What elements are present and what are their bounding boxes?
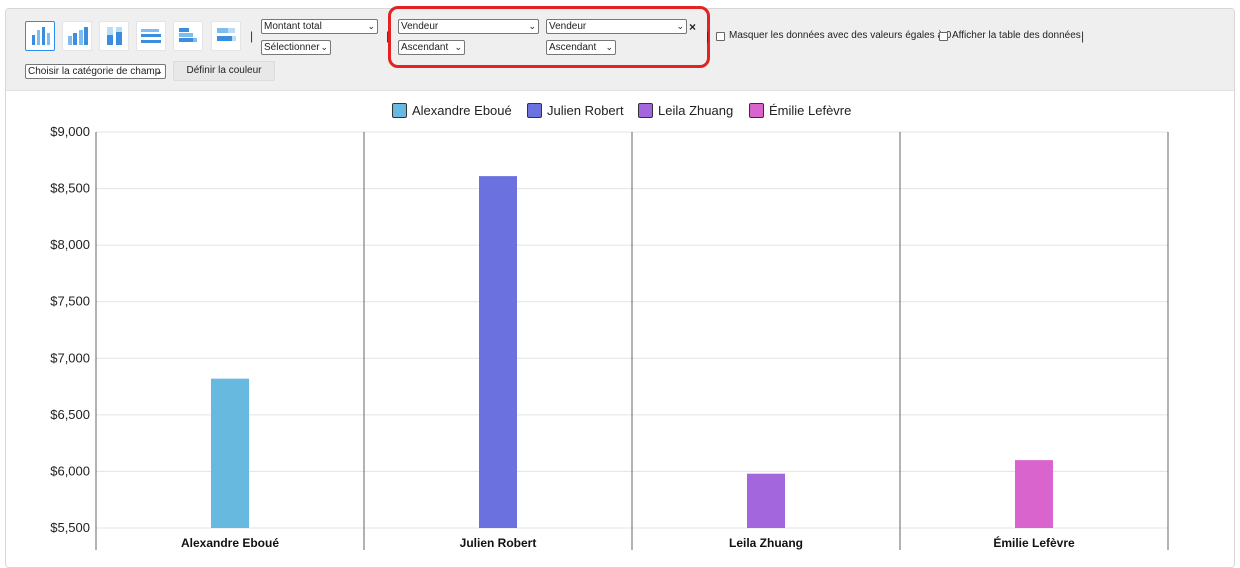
bar <box>479 176 517 528</box>
bar <box>1015 460 1053 528</box>
y-tick-label: $6,500 <box>50 407 90 422</box>
y-tick-label: $9,000 <box>50 124 90 139</box>
y-tick-label: $7,500 <box>50 294 90 309</box>
x-tick-label: Émilie Lefèvre <box>993 535 1075 550</box>
bar <box>747 473 785 528</box>
y-tick-label: $8,000 <box>50 237 90 252</box>
y-tick-label: $5,500 <box>50 520 90 535</box>
bar-chart: $5,500 $6,000 $6,500 $7,000 $7,500 $8,000 $8,5… <box>50 124 1169 550</box>
y-tick-label: $6,000 <box>50 463 90 478</box>
x-tick-label: Leila Zhuang <box>729 536 803 550</box>
bar <box>211 378 249 528</box>
y-tick-label: $8,500 <box>50 181 90 196</box>
x-tick-label: Julien Robert <box>460 536 537 550</box>
y-tick-label: $7,000 <box>50 350 90 365</box>
x-tick-label: Alexandre Eboué <box>181 536 279 550</box>
